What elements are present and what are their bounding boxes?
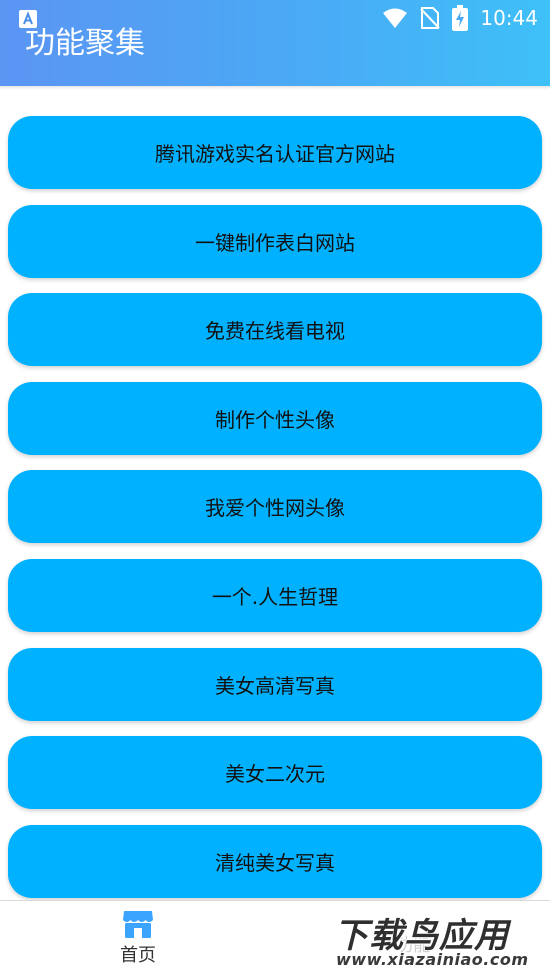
- menu-button-make-avatar[interactable]: 制作个性头像: [8, 381, 542, 455]
- nav-home-label: 首页: [120, 945, 156, 966]
- battery-charging-icon: [452, 5, 469, 31]
- nav-tab-home[interactable]: 首页: [95, 909, 181, 971]
- menu-button-anime[interactable]: 美女二次元: [8, 736, 542, 810]
- menu-button-hd-photos[interactable]: 美女高清写真: [8, 647, 542, 721]
- menu-button-life-philosophy[interactable]: 一个.人生哲理: [8, 558, 542, 632]
- store-icon: [123, 911, 153, 938]
- feature-menu-list: 腾讯游戏实名认证官方网站 一键制作表白网站 免费在线看电视 制作个性头像 我爱个…: [8, 116, 542, 913]
- status-icons: 10:44: [382, 5, 538, 31]
- no-sim-icon: [420, 7, 441, 29]
- wifi-icon: [383, 8, 408, 28]
- menu-button-confession-site[interactable]: 一键制作表白网站: [8, 204, 542, 278]
- menu-button-tencent-verification[interactable]: 腾讯游戏实名认证官方网站: [8, 116, 542, 189]
- menu-button-photo-gallery[interactable]: 清纯美女写真: [8, 824, 542, 898]
- watermark-url: www.xiazainiao.com: [336, 950, 529, 969]
- status-time: 10:44: [480, 6, 538, 30]
- header-shadow: [0, 86, 550, 90]
- watermark: 下载鸟应用 www.xiazainiao.com: [330, 906, 548, 974]
- app-header: 10:44 功能聚集: [0, 0, 550, 86]
- page-title: 功能聚集: [25, 26, 145, 61]
- menu-button-avatar-site[interactable]: 我爱个性网头像: [8, 470, 542, 544]
- menu-button-free-tv[interactable]: 免费在线看电视: [8, 293, 542, 367]
